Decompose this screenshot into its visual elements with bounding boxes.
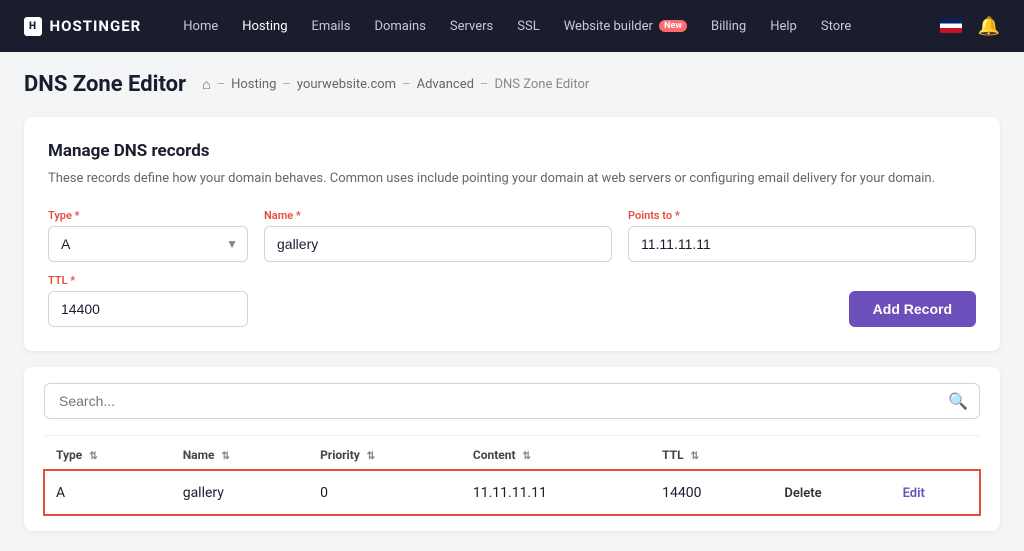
notification-bell[interactable]: 🔔 [978,16,1000,37]
nav-home[interactable]: Home [173,13,228,40]
sort-icon-name: ⇅ [221,451,229,462]
page-content: DNS Zone Editor ⌂ – Hosting – yourwebsit… [0,52,1024,551]
col-type[interactable]: Type ⇅ [44,440,171,471]
nav-servers[interactable]: Servers [440,13,503,40]
delete-button[interactable]: Delete [784,486,821,501]
type-select[interactable]: A AAAA CNAME MX TXT [48,226,248,262]
card-title: Manage DNS records [48,141,976,161]
col-priority[interactable]: Priority ⇅ [308,440,461,471]
nav-emails[interactable]: Emails [302,13,361,40]
nav-billing[interactable]: Billing [701,13,756,40]
ttl-label: TTL * [48,274,248,287]
nav-store[interactable]: Store [811,13,861,40]
sort-icon-type: ⇅ [89,451,97,462]
breadcrumb-home[interactable]: ⌂ [202,76,210,93]
page-title: DNS Zone Editor [24,72,186,97]
points-input[interactable] [628,226,976,262]
logo[interactable]: H HOSTINGER [24,17,141,36]
row-delete[interactable]: Delete [772,470,890,515]
navbar: H HOSTINGER Home Hosting Emails Domains … [0,0,1024,52]
nav-website-builder[interactable]: Website builder New [554,13,697,40]
col-actions-2 [891,440,980,471]
breadcrumb-sep-0: – [217,77,226,92]
nav-domains[interactable]: Domains [364,13,435,40]
card-desc: These records define how your domain beh… [48,169,976,189]
breadcrumb-advanced[interactable]: Advanced [417,77,474,92]
breadcrumb-hosting[interactable]: Hosting [231,77,276,92]
points-group: Points to * [628,209,976,262]
breadcrumb-domain[interactable]: yourwebsite.com [297,77,396,92]
breadcrumb-sep-2: – [402,77,411,92]
logo-text: HOSTINGER [50,17,142,35]
sort-icon-priority: ⇅ [367,451,375,462]
name-label: Name * [264,209,612,222]
row-ttl: 14400 [650,470,772,515]
dns-table: Type ⇅ Name ⇅ Priority ⇅ Content ⇅ [44,440,980,515]
table-divider [44,435,980,436]
table-head: Type ⇅ Name ⇅ Priority ⇅ Content ⇅ [44,440,980,471]
nav-hosting[interactable]: Hosting [232,13,297,40]
name-group: Name * [264,209,612,262]
sort-icon-content: ⇅ [523,451,531,462]
add-record-button[interactable]: Add Record [849,291,976,327]
col-actions [772,440,890,471]
manage-dns-card: Manage DNS records These records define … [24,117,1000,351]
search-table-card: 🔍 Type ⇅ Name ⇅ Priority ⇅ [24,367,1000,531]
type-group: Type * A AAAA CNAME MX TXT ▼ [48,209,248,262]
form-row-2: TTL * Add Record [48,274,976,327]
type-select-wrap: A AAAA CNAME MX TXT ▼ [48,226,248,262]
col-name[interactable]: Name ⇅ [171,440,308,471]
form-row-1: Type * A AAAA CNAME MX TXT ▼ Name * [48,209,976,262]
col-content[interactable]: Content ⇅ [461,440,650,471]
table-body: A gallery 0 11.11.11.11 14400 Delete Edi… [44,470,980,515]
col-ttl[interactable]: TTL ⇅ [650,440,772,471]
page-header: DNS Zone Editor ⌂ – Hosting – yourwebsit… [24,72,1000,97]
nav-right: 🔔 [940,16,1000,37]
ttl-group: TTL * [48,274,248,327]
row-type: A [44,470,171,515]
name-input[interactable] [264,226,612,262]
row-name: gallery [171,470,308,515]
new-badge: New [659,20,687,32]
breadcrumb-sep-3: – [480,77,489,92]
breadcrumb: ⌂ – Hosting – yourwebsite.com – Advanced… [202,76,589,93]
type-label: Type * [48,209,248,222]
logo-icon: H [24,17,42,36]
nav-ssl[interactable]: SSL [507,13,549,40]
sort-icon-ttl: ⇅ [691,451,699,462]
language-flag[interactable] [940,19,962,33]
points-label: Points to * [628,209,976,222]
ttl-input[interactable] [48,291,248,327]
edit-button[interactable]: Edit [903,486,925,501]
nav-links: Home Hosting Emails Domains Servers SSL … [173,13,939,40]
breadcrumb-sep-1: – [282,77,291,92]
search-input[interactable] [44,383,980,419]
row-content: 11.11.11.11 [461,470,650,515]
search-icon: 🔍 [948,391,968,410]
row-edit[interactable]: Edit [891,470,980,515]
row-priority: 0 [308,470,461,515]
breadcrumb-current: DNS Zone Editor [494,77,589,92]
table-row: A gallery 0 11.11.11.11 14400 Delete Edi… [44,470,980,515]
nav-help[interactable]: Help [760,13,807,40]
search-wrap: 🔍 [44,383,980,419]
